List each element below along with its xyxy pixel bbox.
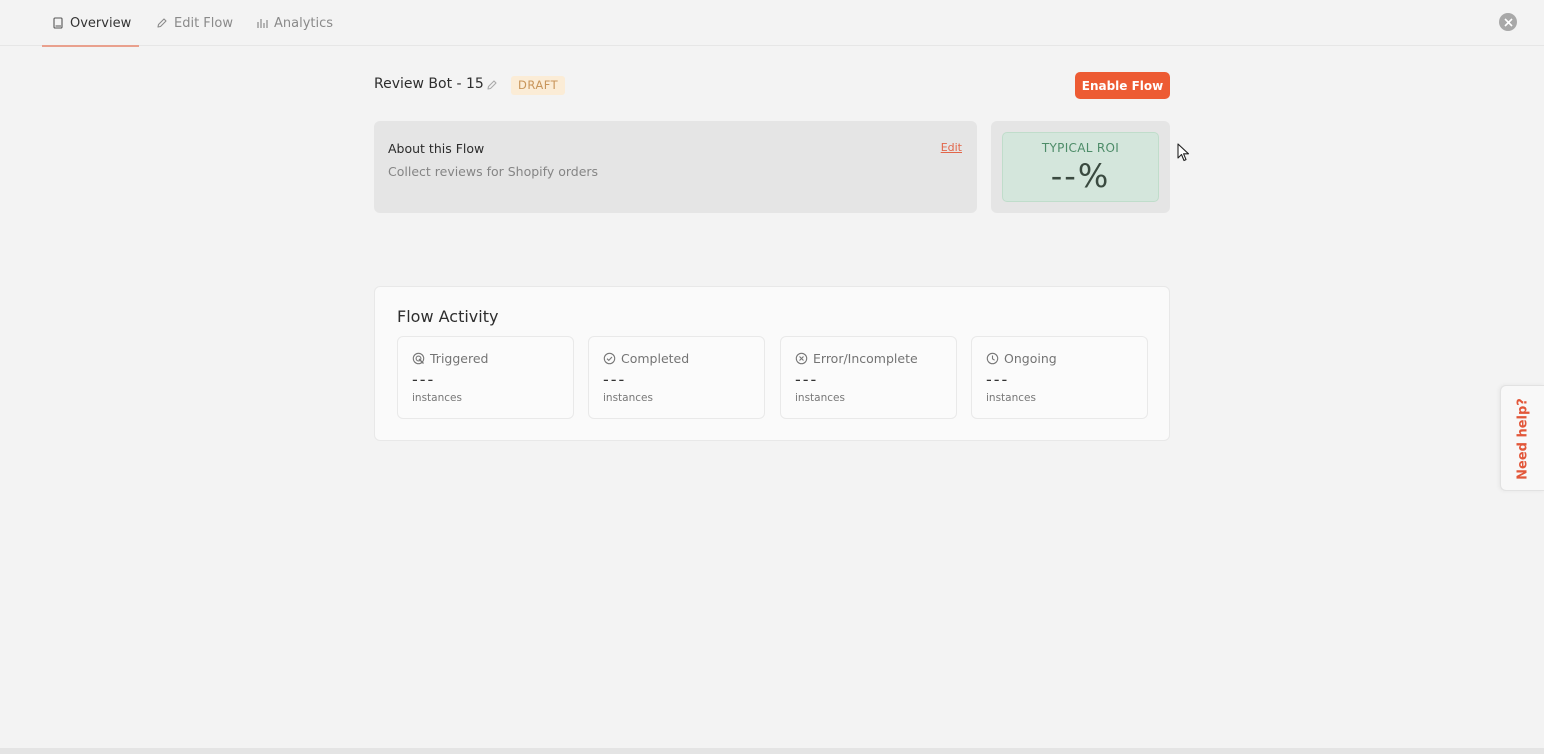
trigger-icon <box>412 352 425 365</box>
flow-activity-card: Flow Activity Triggered --- instances Co… <box>374 286 1170 441</box>
tab-overview[interactable]: Overview <box>41 0 140 47</box>
tab-analytics-label: Analytics <box>274 15 334 31</box>
stat-value: --- <box>603 370 627 389</box>
bar-chart-icon <box>257 19 268 28</box>
edit-title-pencil-icon[interactable] <box>486 79 498 91</box>
stat-value: --- <box>412 370 436 389</box>
pencil-icon <box>157 18 167 28</box>
stat-label: Ongoing <box>1004 351 1057 366</box>
stat-header: Triggered <box>412 351 488 366</box>
mouse-cursor-icon <box>1177 143 1190 162</box>
stat-unit: instances <box>412 392 462 404</box>
stat-header: Ongoing <box>986 351 1057 366</box>
tab-edit-flow[interactable]: Edit Flow <box>156 0 233 46</box>
about-flow-card: About this Flow Collect reviews for Shop… <box>374 121 977 213</box>
enable-flow-button[interactable]: Enable Flow <box>1075 72 1170 99</box>
stat-label: Triggered <box>430 351 489 366</box>
stat-label: Completed <box>621 351 690 366</box>
need-help-label: Need help? <box>1515 398 1531 480</box>
about-flow-title: About this Flow <box>388 141 485 156</box>
stat-card-triggered: Triggered --- instances <box>397 336 574 419</box>
tab-bar: Overview Edit Flow Analytics <box>0 0 1544 47</box>
flow-activity-title: Flow Activity <box>397 307 499 326</box>
x-circle-icon <box>795 352 808 365</box>
stat-unit: instances <box>986 392 1036 404</box>
bottom-strip <box>0 748 1544 754</box>
stat-label: Error/Incomplete <box>813 351 918 366</box>
tab-overview-label: Overview <box>70 15 132 31</box>
tab-edit-flow-label: Edit Flow <box>174 15 233 31</box>
stat-value: --- <box>795 370 819 389</box>
stat-header: Error/Incomplete <box>795 351 918 366</box>
about-flow-description: Collect reviews for Shopify orders <box>388 164 599 179</box>
stat-unit: instances <box>795 392 845 404</box>
check-circle-icon <box>603 352 616 365</box>
tab-analytics[interactable]: Analytics <box>256 0 333 46</box>
stat-card-ongoing: Ongoing --- instances <box>971 336 1148 419</box>
close-icon <box>1503 17 1513 27</box>
roi-label: TYPICAL ROI <box>1041 141 1120 155</box>
roi-value: --% <box>1050 157 1111 195</box>
book-icon <box>53 17 63 29</box>
about-edit-link[interactable]: Edit <box>941 141 962 154</box>
status-badge: DRAFT <box>511 76 566 95</box>
stat-unit: instances <box>603 392 653 404</box>
stat-header: Completed <box>603 351 689 366</box>
clock-icon <box>986 352 999 365</box>
need-help-tab[interactable]: Need help? <box>1500 385 1544 491</box>
roi-card: TYPICAL ROI --% <box>991 121 1170 213</box>
flow-overview-page: Overview Edit Flow Analytics Review Bot … <box>0 0 1544 754</box>
roi-panel: TYPICAL ROI --% <box>1002 132 1159 202</box>
stat-card-error-incomplete: Error/Incomplete --- instances <box>780 336 957 419</box>
stat-card-completed: Completed --- instances <box>588 336 765 419</box>
close-button[interactable] <box>1499 13 1517 31</box>
flow-title: Review Bot - 15 <box>374 76 484 92</box>
stat-value: --- <box>986 370 1010 389</box>
